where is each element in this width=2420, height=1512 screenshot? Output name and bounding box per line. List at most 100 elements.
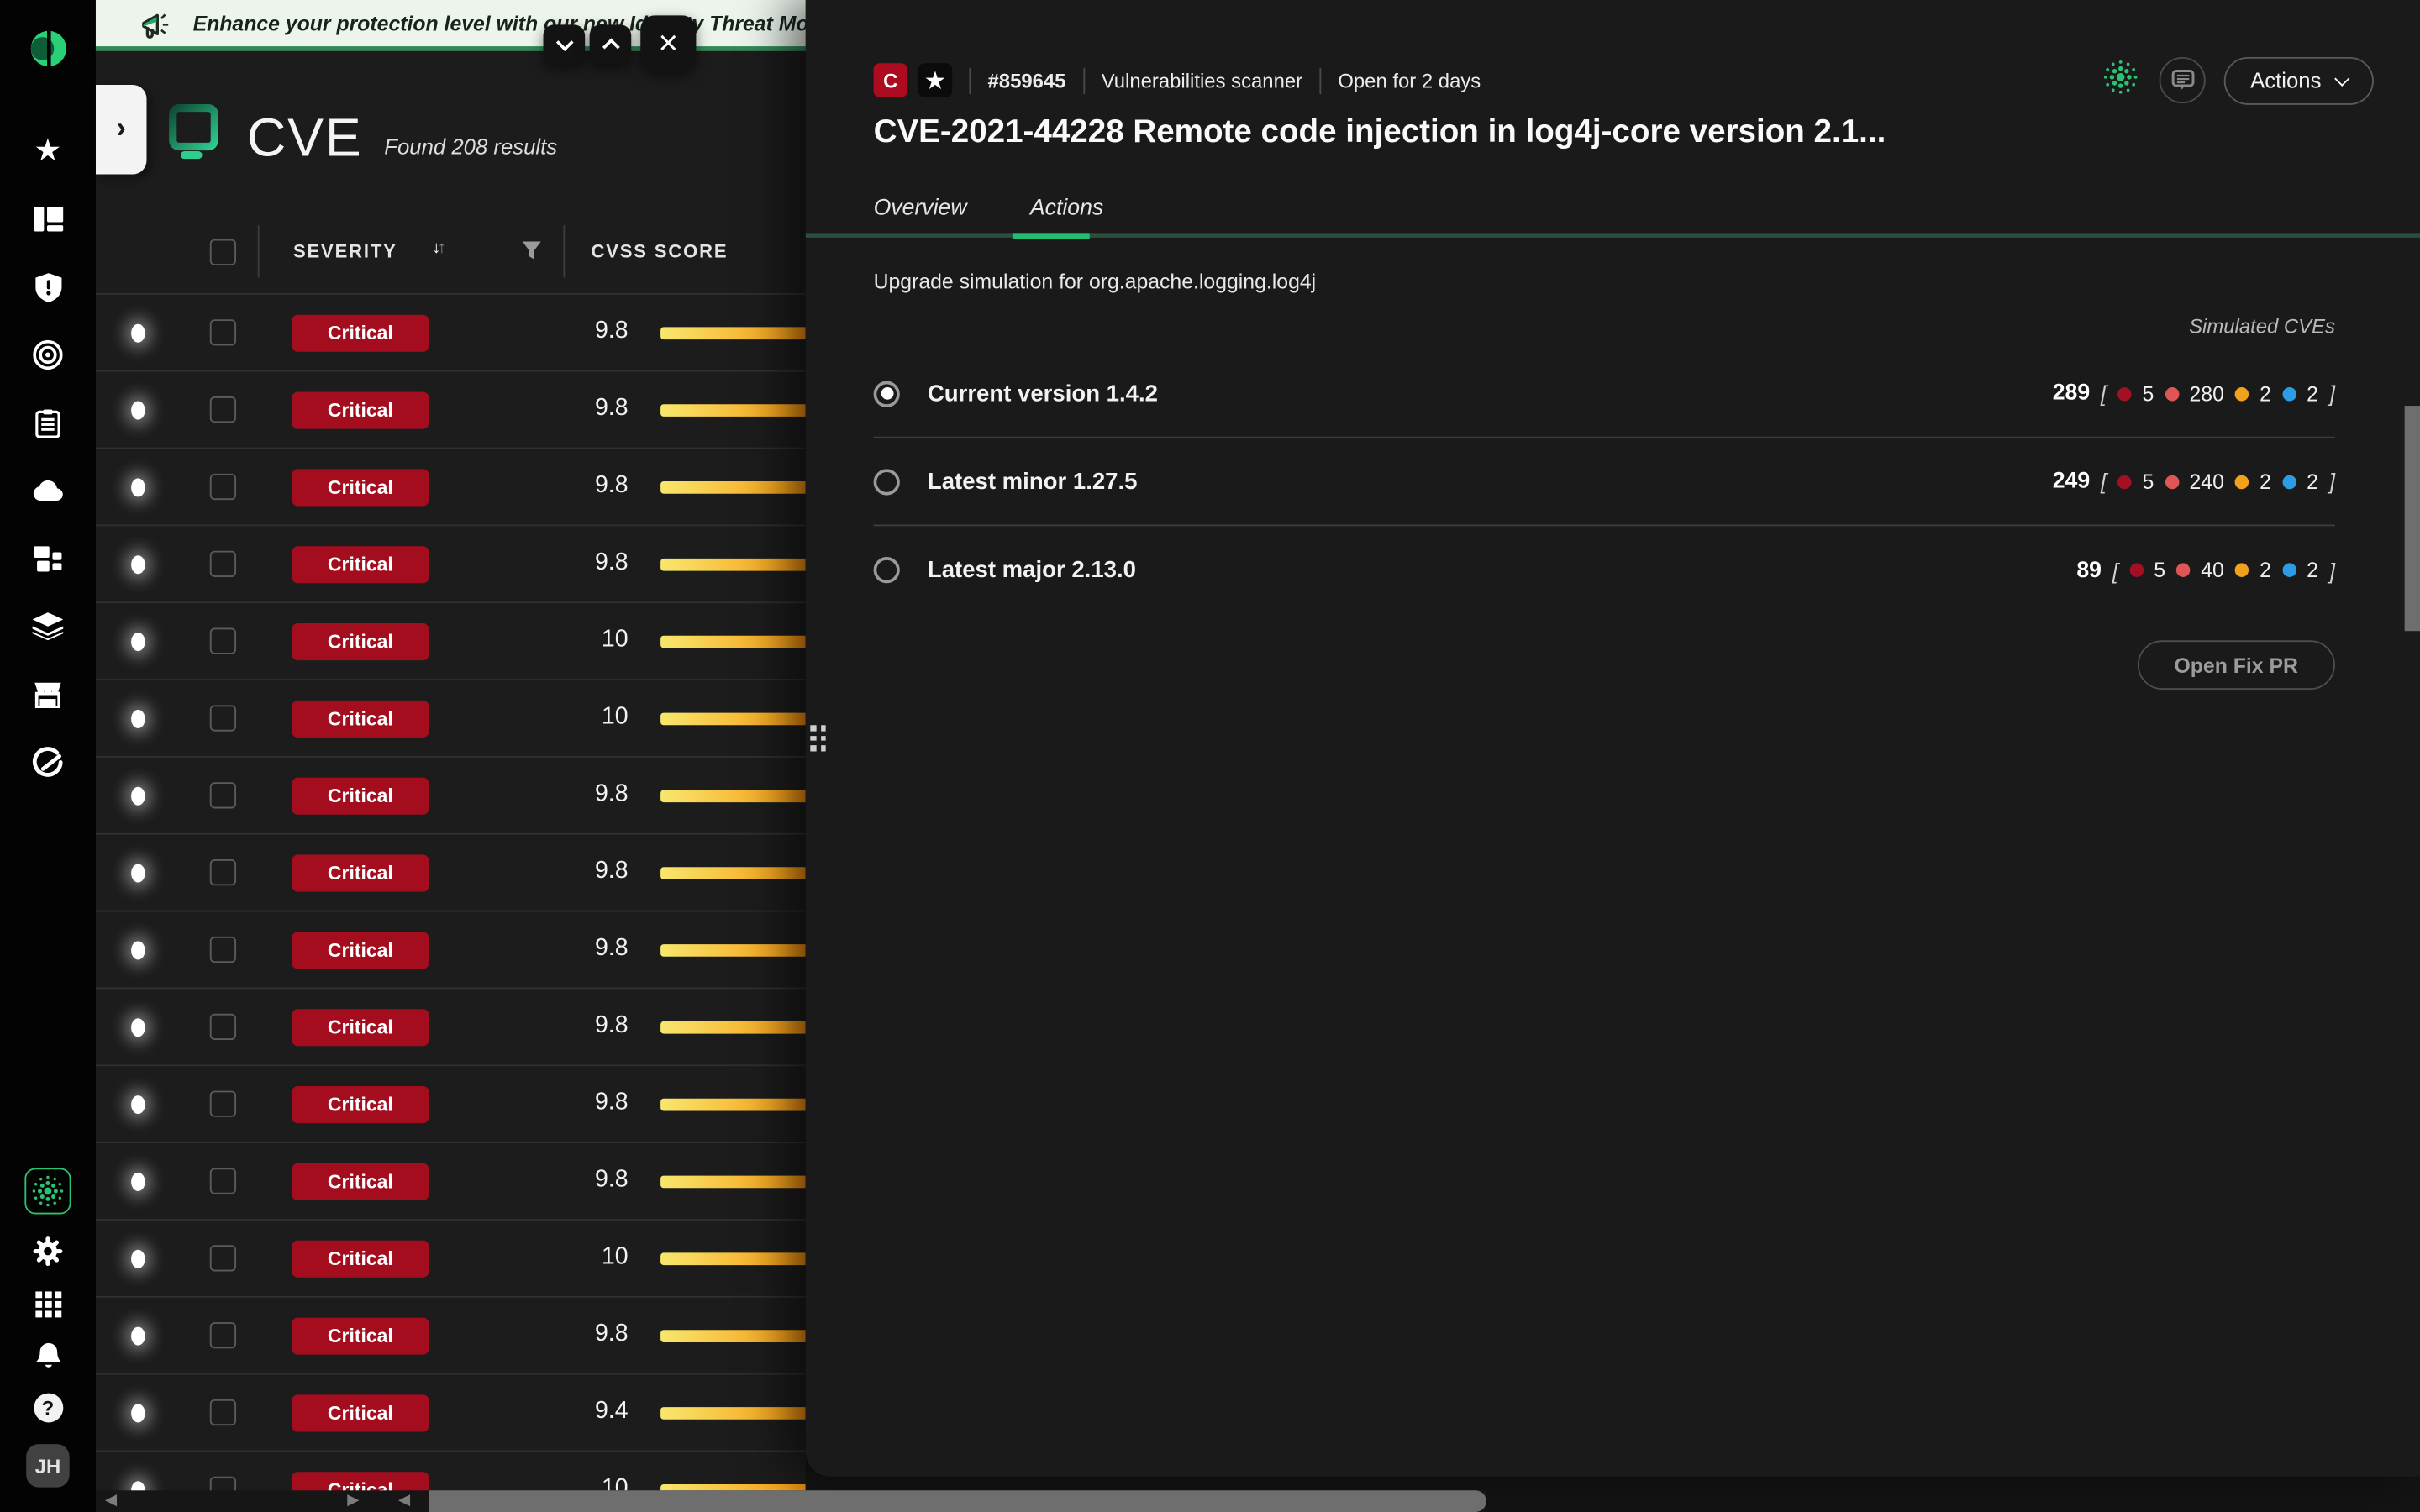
sort-icon[interactable]: ↓↑ bbox=[432, 239, 446, 258]
banner-expand-button[interactable] bbox=[590, 24, 632, 65]
help-icon[interactable]: ? bbox=[33, 1394, 62, 1423]
cvss-score-bar bbox=[660, 1021, 806, 1034]
cvss-score-bar bbox=[660, 559, 806, 571]
apps-grid-icon[interactable] bbox=[31, 1289, 65, 1320]
row-checkbox[interactable] bbox=[210, 705, 236, 731]
row-status-dot bbox=[131, 1095, 145, 1114]
storefront-icon[interactable] bbox=[31, 679, 65, 710]
row-checkbox[interactable] bbox=[210, 1014, 236, 1040]
severity-badge: Critical bbox=[292, 623, 429, 660]
horizontal-scrollbar[interactable]: ◀ ▶ ◀ bbox=[96, 1490, 1486, 1512]
cvss-score-bar bbox=[660, 1252, 806, 1265]
filter-icon[interactable] bbox=[522, 241, 542, 269]
table-row[interactable]: Critical 9.8 bbox=[96, 295, 806, 372]
version-radio[interactable] bbox=[874, 557, 900, 583]
table-row[interactable]: Critical 9.8 bbox=[96, 372, 806, 449]
row-checkbox[interactable] bbox=[210, 319, 236, 345]
cvss-score-value: 10 bbox=[535, 627, 628, 654]
table-row[interactable]: Critical 9.8 bbox=[96, 1143, 806, 1221]
row-checkbox[interactable] bbox=[210, 1399, 236, 1425]
ai-radial-icon[interactable] bbox=[2101, 56, 2141, 104]
star-icon[interactable]: ★ bbox=[31, 136, 65, 167]
row-checkbox[interactable] bbox=[210, 1322, 236, 1348]
drawer-header: C ★ #859645 Vulnerabilities scanner Open… bbox=[874, 57, 2374, 103]
column-severity[interactable]: SEVERITY bbox=[293, 241, 397, 263]
vertical-scrollbar-thumb[interactable] bbox=[2405, 406, 2420, 631]
version-radio[interactable] bbox=[874, 381, 900, 407]
version-radio[interactable] bbox=[874, 468, 900, 494]
table-row[interactable]: Critical 9.8 bbox=[96, 989, 806, 1066]
promo-banner: Enhance your protection level with our n… bbox=[96, 0, 806, 51]
low-count: 2 bbox=[2307, 559, 2318, 582]
layers-icon[interactable] bbox=[31, 611, 65, 642]
favorite-star-button[interactable]: ★ bbox=[918, 63, 952, 97]
table-row[interactable]: Critical 9.8 bbox=[96, 449, 806, 526]
assets-icon[interactable] bbox=[31, 543, 65, 575]
target-icon[interactable] bbox=[31, 339, 65, 370]
low-dot bbox=[2282, 563, 2296, 577]
shield-alert-icon[interactable] bbox=[31, 271, 65, 302]
clipboard-icon[interactable] bbox=[31, 407, 65, 438]
total-count: 289 bbox=[2053, 381, 2090, 406]
gear-icon[interactable] bbox=[31, 1236, 65, 1267]
banner-close-button[interactable]: × bbox=[640, 15, 696, 71]
row-checkbox[interactable] bbox=[210, 937, 236, 963]
open-fix-pr-button[interactable]: Open Fix PR bbox=[2137, 640, 2335, 690]
table-row[interactable]: Critical 10 bbox=[96, 1221, 806, 1298]
banner-collapse-button[interactable] bbox=[544, 24, 586, 65]
actions-button[interactable]: Actions bbox=[2224, 56, 2374, 104]
table-row[interactable]: Critical 9.8 bbox=[96, 1298, 806, 1375]
expand-panel-button[interactable]: › bbox=[96, 85, 147, 175]
horizontal-scrollbar-thumb[interactable] bbox=[429, 1490, 1486, 1512]
table-row[interactable]: Critical 9.8 bbox=[96, 1066, 806, 1143]
table-row[interactable]: Critical 9.8 bbox=[96, 758, 806, 835]
cvss-score-bar bbox=[660, 790, 806, 802]
scroll-right-icon[interactable]: ▶ bbox=[347, 1492, 359, 1509]
drawer-resize-handle[interactable] bbox=[810, 725, 825, 750]
severity-badge: Critical bbox=[292, 1009, 429, 1046]
column-cvss-score[interactable]: CVSS SCORE bbox=[591, 241, 728, 263]
bell-icon[interactable] bbox=[31, 1341, 65, 1372]
scroll-left-icon[interactable]: ◀ bbox=[105, 1492, 117, 1509]
orca-logo[interactable] bbox=[27, 28, 69, 77]
table-row[interactable]: Critical 9.8 bbox=[96, 835, 806, 912]
row-checkbox[interactable] bbox=[210, 551, 236, 577]
row-checkbox[interactable] bbox=[210, 1245, 236, 1271]
row-checkbox[interactable] bbox=[210, 396, 236, 423]
version-option-row[interactable]: Current version 1.4.2 289 [ 5 280 2 2 ] bbox=[874, 350, 2335, 438]
layout-icon[interactable] bbox=[31, 203, 65, 234]
comments-button[interactable] bbox=[2160, 57, 2206, 103]
medium-dot bbox=[2235, 563, 2249, 577]
low-dot bbox=[2282, 386, 2296, 401]
medium-dot bbox=[2235, 475, 2249, 489]
row-checkbox[interactable] bbox=[210, 859, 236, 885]
cvss-score-value: 9.8 bbox=[535, 472, 628, 500]
row-checkbox[interactable] bbox=[210, 1168, 236, 1194]
cvss-score-bar bbox=[660, 636, 806, 648]
row-checkbox[interactable] bbox=[210, 1091, 236, 1117]
row-status-dot bbox=[131, 555, 145, 574]
tab-overview[interactable]: Overview bbox=[874, 196, 967, 220]
tab-actions[interactable]: Actions bbox=[1030, 196, 1103, 220]
high-dot bbox=[2165, 475, 2179, 489]
row-checkbox[interactable] bbox=[210, 782, 236, 808]
table-row[interactable]: Critical 9.4 bbox=[96, 1375, 806, 1452]
scroll-left-icon[interactable]: ◀ bbox=[398, 1492, 410, 1509]
table-row[interactable]: Critical 9.8 bbox=[96, 912, 806, 990]
table-row[interactable]: Critical 10 bbox=[96, 603, 806, 680]
drawer-tabs: Overview Actions bbox=[874, 196, 1104, 220]
ai-assistant-button[interactable] bbox=[24, 1168, 71, 1214]
cloud-icon[interactable] bbox=[31, 475, 65, 507]
avatar[interactable]: JH bbox=[26, 1444, 69, 1487]
cvss-score-value: 9.8 bbox=[535, 318, 628, 345]
table-row[interactable]: Critical 10 bbox=[96, 680, 806, 758]
row-checkbox[interactable] bbox=[210, 628, 236, 654]
row-checkbox[interactable] bbox=[210, 474, 236, 500]
select-all-checkbox[interactable] bbox=[210, 239, 236, 265]
table-row[interactable]: Critical 9.8 bbox=[96, 526, 806, 603]
gauge-icon[interactable] bbox=[31, 747, 65, 778]
sidebar: ★ bbox=[0, 0, 96, 1512]
version-option-row[interactable]: Latest major 2.13.0 89 [ 5 40 2 2 ] bbox=[874, 526, 2335, 614]
simulation-label: Upgrade simulation for org.apache.loggin… bbox=[874, 270, 1317, 293]
version-option-row[interactable]: Latest minor 1.27.5 249 [ 5 240 2 2 ] bbox=[874, 438, 2335, 527]
